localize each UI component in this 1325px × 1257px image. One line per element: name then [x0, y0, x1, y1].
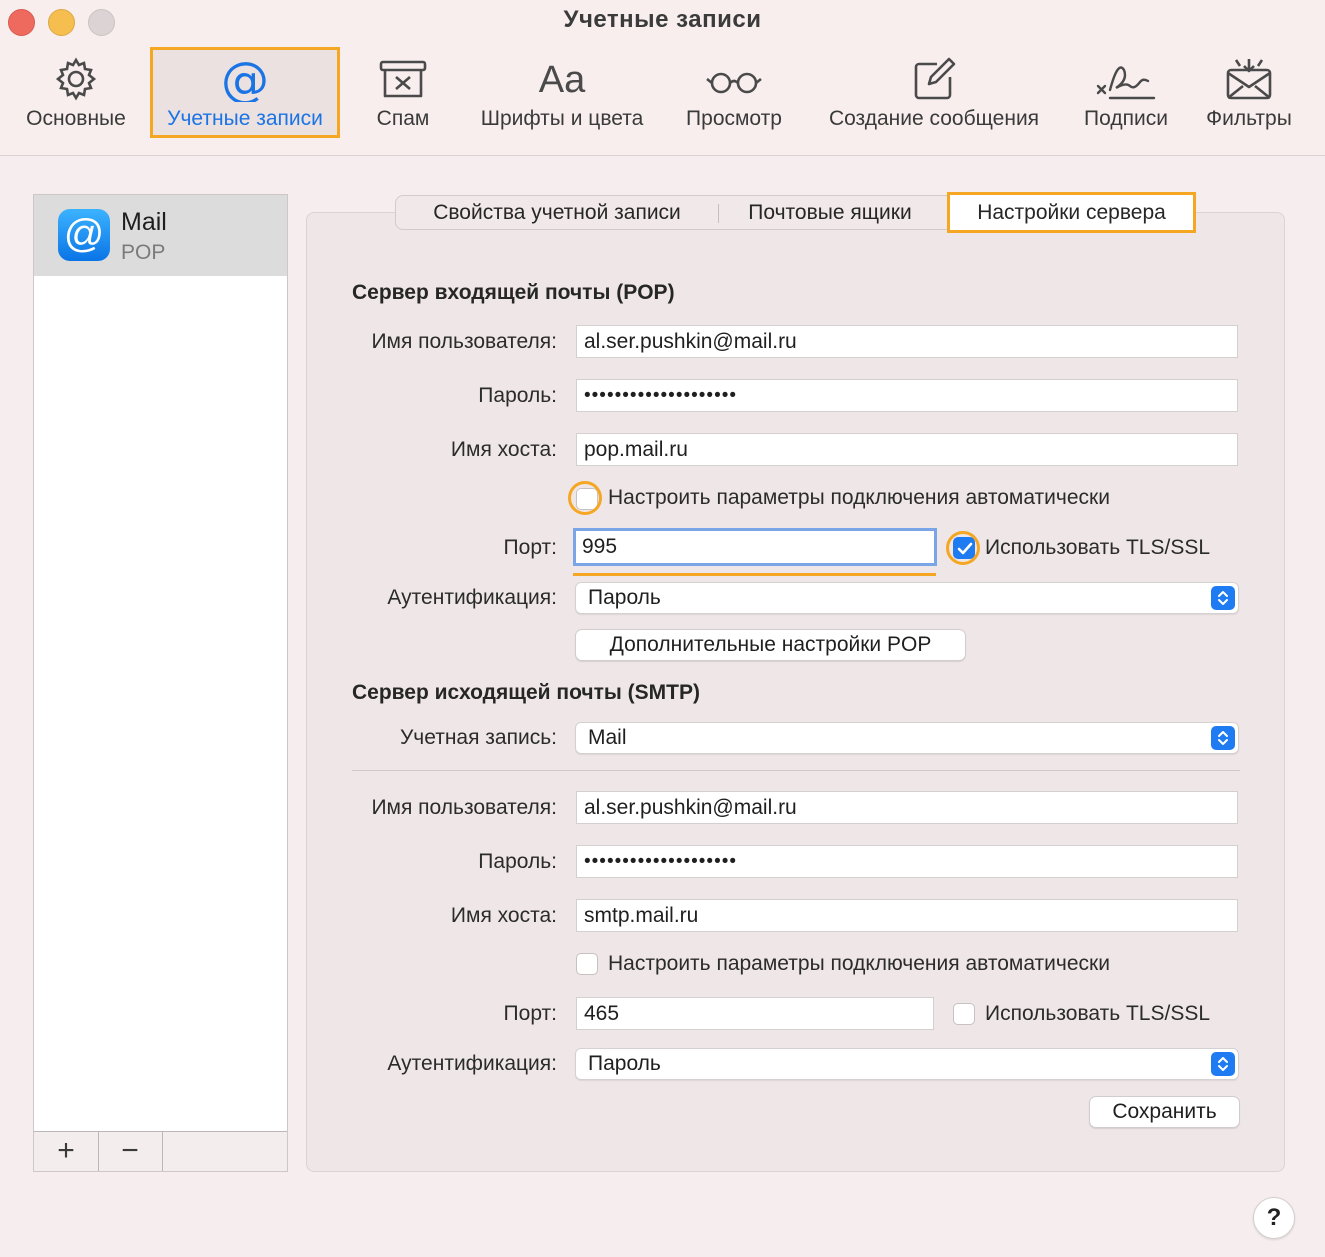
toolbar-general[interactable]: Основные: [18, 56, 134, 136]
outgoing-tls-label: Использовать TLS/SSL: [985, 1002, 1211, 1025]
section-divider: [352, 770, 1240, 771]
toolbar-viewing-label: Просмотр: [686, 107, 782, 130]
gear-icon: [18, 56, 134, 102]
tls-checkbox-highlight: [946, 531, 980, 565]
account-list-controls: + −: [34, 1131, 287, 1171]
toolbar-rules-label: Фильтры: [1206, 107, 1292, 130]
remove-account-button[interactable]: −: [98, 1132, 163, 1171]
outgoing-username-label: Имя пользователя:: [371, 796, 557, 819]
signature-icon: [1072, 56, 1180, 102]
outgoing-port-field[interactable]: 465: [576, 997, 934, 1030]
outgoing-tls-checkbox[interactable]: [953, 1003, 975, 1025]
outgoing-port-label: Порт:: [503, 1002, 557, 1025]
account-type: POP: [121, 241, 166, 264]
updown-chevron-icon: [1211, 726, 1235, 750]
updown-chevron-icon: [1211, 1052, 1235, 1076]
at-sign-icon: @: [155, 56, 335, 102]
incoming-auth-label: Аутентификация:: [387, 586, 557, 609]
account-name: Mail: [121, 208, 167, 236]
accounts-list: @ Mail POP + −: [33, 194, 288, 1172]
updown-chevron-icon: [1211, 586, 1235, 610]
incoming-host-field[interactable]: pop.mail.ru: [576, 433, 1238, 466]
outgoing-host-field[interactable]: smtp.mail.ru: [576, 899, 1238, 932]
outgoing-auth-value: Пароль: [588, 1052, 661, 1075]
add-account-button[interactable]: +: [34, 1132, 99, 1171]
outgoing-account-select[interactable]: Mail: [575, 722, 1239, 754]
mail-account-icon: @: [58, 209, 110, 261]
help-button[interactable]: ?: [1253, 1197, 1295, 1239]
toolbar-junk[interactable]: Спам: [360, 56, 446, 136]
toolbar-fonts[interactable]: Aa Шрифты и цвета: [468, 56, 656, 136]
outgoing-username-field[interactable]: al.ser.pushkin@mail.ru: [576, 791, 1238, 824]
settings-tabs: Свойства учетной записи Почтовые ящики Н…: [395, 192, 1196, 233]
toolbar-accounts[interactable]: @ Учетные записи: [155, 56, 335, 136]
tab-server-settings[interactable]: Настройки сервера: [947, 192, 1196, 233]
tab-mailbox-behaviors[interactable]: Почтовые ящики: [719, 196, 941, 229]
toolbar-signatures-label: Подписи: [1084, 107, 1168, 130]
toolbar-composing-label: Создание сообщения: [828, 107, 1040, 130]
advanced-pop-settings-button[interactable]: Дополнительные настройки POP: [575, 629, 966, 661]
outgoing-account-value: Mail: [588, 726, 627, 749]
incoming-port-label: Порт:: [503, 536, 557, 559]
outgoing-host-label: Имя хоста:: [450, 904, 557, 927]
save-button[interactable]: Сохранить: [1089, 1096, 1240, 1128]
incoming-port-field[interactable]: 995: [573, 528, 937, 566]
window-title: Учетные записи: [563, 6, 762, 33]
incoming-auto-checkbox-highlight: [568, 481, 602, 515]
outgoing-auth-label: Аутентификация:: [387, 1052, 557, 1075]
toolbar-fonts-label: Шрифты и цвета: [480, 107, 644, 130]
outgoing-auth-select[interactable]: Пароль: [575, 1048, 1239, 1080]
toolbar-rules[interactable]: Фильтры: [1196, 56, 1302, 136]
outgoing-password-label: Пароль:: [478, 850, 557, 873]
incoming-tls-label: Использовать TLS/SSL: [985, 536, 1211, 559]
junk-bin-icon: [360, 56, 446, 102]
filter-envelope-icon: [1196, 56, 1302, 102]
incoming-host-label: Имя хоста:: [450, 438, 557, 461]
outgoing-password-field[interactable]: ••••••••••••••••••••: [576, 845, 1238, 878]
outgoing-server-heading: Сервер исходящей почты (SMTP): [352, 681, 700, 704]
port-field-highlight: [573, 573, 936, 576]
outgoing-auto-settings-label: Настроить параметры подключения автомати…: [608, 952, 1110, 975]
incoming-username-label: Имя пользователя:: [371, 330, 557, 353]
incoming-username-field[interactable]: al.ser.pushkin@mail.ru: [576, 325, 1238, 358]
toolbar-general-label: Основные: [26, 107, 126, 130]
glasses-icon: [675, 56, 793, 102]
fonts-icon: Aa: [538, 59, 586, 101]
incoming-auto-settings-label: Настроить параметры подключения автомати…: [608, 486, 1110, 509]
incoming-password-field[interactable]: ••••••••••••••••••••: [576, 379, 1238, 412]
svg-text:@: @: [221, 56, 269, 102]
toolbar-signatures[interactable]: Подписи: [1072, 56, 1180, 136]
incoming-auth-select[interactable]: Пароль: [575, 582, 1239, 614]
incoming-server-heading: Сервер входящей почты (POP): [352, 281, 675, 304]
incoming-password-label: Пароль:: [478, 384, 557, 407]
outgoing-auto-settings-checkbox[interactable]: [576, 953, 598, 975]
toolbar-accounts-label: Учетные записи: [167, 107, 323, 130]
outgoing-account-label: Учетная запись:: [399, 726, 557, 749]
toolbar: Учетные записи Основные @ Учетные записи: [0, 0, 1325, 156]
account-item-mail[interactable]: @ Mail POP: [34, 195, 287, 276]
at-glyph: @: [63, 212, 105, 256]
toolbar-viewing[interactable]: Просмотр: [675, 56, 793, 136]
toolbar-composing[interactable]: Создание сообщения: [812, 56, 1056, 136]
compose-icon: [812, 56, 1056, 102]
tab-account-info[interactable]: Свойства учетной записи: [396, 196, 718, 229]
toolbar-junk-label: Спам: [376, 107, 430, 130]
incoming-auth-value: Пароль: [588, 586, 661, 609]
